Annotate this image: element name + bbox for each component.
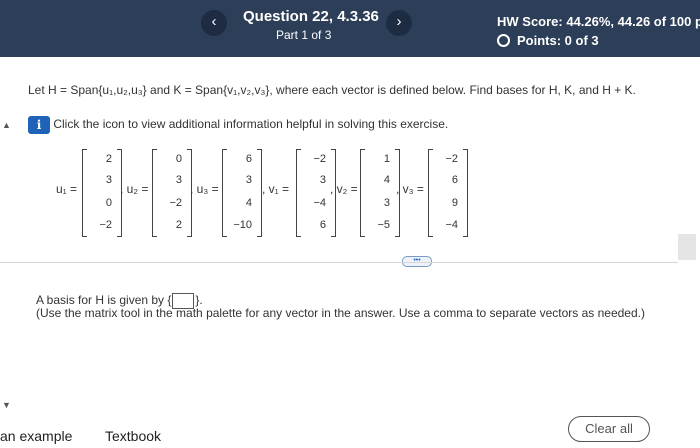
section-divider [0,262,678,263]
vector-entry: −5 [377,219,390,231]
vector-label-v1: , v₁ = [262,182,290,196]
vector-entry: 4 [245,197,252,209]
view-example-link[interactable]: an example [0,428,72,444]
vector-label-v3: , v₃ = [396,182,424,196]
vector-v3: −2 6 9 −4 [428,149,468,237]
vector-v2: 1 4 3 −5 [360,149,400,237]
chevron-right-icon: › [396,13,402,30]
points-text: Points: 0 of 3 [517,33,599,48]
vector-entry: 4 [383,174,390,186]
question-part: Part 1 of 3 [276,28,332,42]
vector-label-v2: , v₂ = [330,182,358,196]
vector-entry: 6 [245,153,252,165]
vector-entry: 1 [383,153,390,165]
scroll-down-arrow-icon[interactable]: ▼ [2,400,11,410]
vector-entry: −2 [445,153,458,165]
hw-score: HW Score: 44.26%, 44.26 of 100 po [497,14,700,29]
vector-label-u3: , u₃ = [190,182,219,196]
vector-entry: −4 [445,219,458,231]
vector-u2: 0 3 −2 2 [152,149,192,237]
info-icon[interactable]: i [28,116,50,134]
textbook-link[interactable]: Textbook [105,428,161,444]
vector-entry: 0 [175,153,182,165]
chevron-left-icon: ‹ [211,13,217,30]
vector-entry: −4 [313,197,326,209]
previous-question-button[interactable]: ‹ [201,10,227,36]
problem-statement: Let H = Span{u₁,u₂,u₃} and K = Span{v₁,v… [28,83,636,97]
status-circle-icon [497,34,510,47]
vector-entry: 3 [105,174,112,186]
scroll-up-arrow-icon[interactable]: ▲ [2,120,11,130]
vector-entry: −10 [233,219,252,231]
vector-entry: 0 [105,197,112,209]
info-text: Click the icon to view additional inform… [53,117,449,132]
next-question-button[interactable]: › [386,10,412,36]
vector-entry: −2 [169,197,182,209]
vector-entry: 3 [175,174,182,186]
vector-entry: −2 [99,219,112,231]
vector-entry: 3 [245,174,252,186]
clear-all-button[interactable]: Clear all [568,416,650,442]
vector-entry: −2 [313,153,326,165]
answer-hint: (Use the matrix tool in the math palette… [36,306,645,320]
vector-u1: 2 3 0 −2 [82,149,122,237]
vector-entry: 3 [319,174,326,186]
question-title: Question 22, 4.3.36 [243,8,379,25]
points-status: Points: 0 of 3 [497,33,599,48]
vector-label-u1: u₁ = [56,182,78,196]
vector-entry: 3 [383,197,390,209]
vector-u3: 6 3 4 −10 [222,149,262,237]
vector-label-u2: , u₂ = [120,182,149,196]
vector-entry: 2 [105,153,112,165]
info-row: i Click the icon to view additional info… [28,116,448,134]
question-header: ‹ Question 22, 4.3.36 Part 1 of 3 › HW S… [0,0,700,57]
vector-entry: 6 [319,219,326,231]
vector-entry: 9 [451,197,458,209]
scrollbar-thumb[interactable] [678,234,696,260]
vector-entry: 2 [175,219,182,231]
vector-entry: 6 [451,174,458,186]
